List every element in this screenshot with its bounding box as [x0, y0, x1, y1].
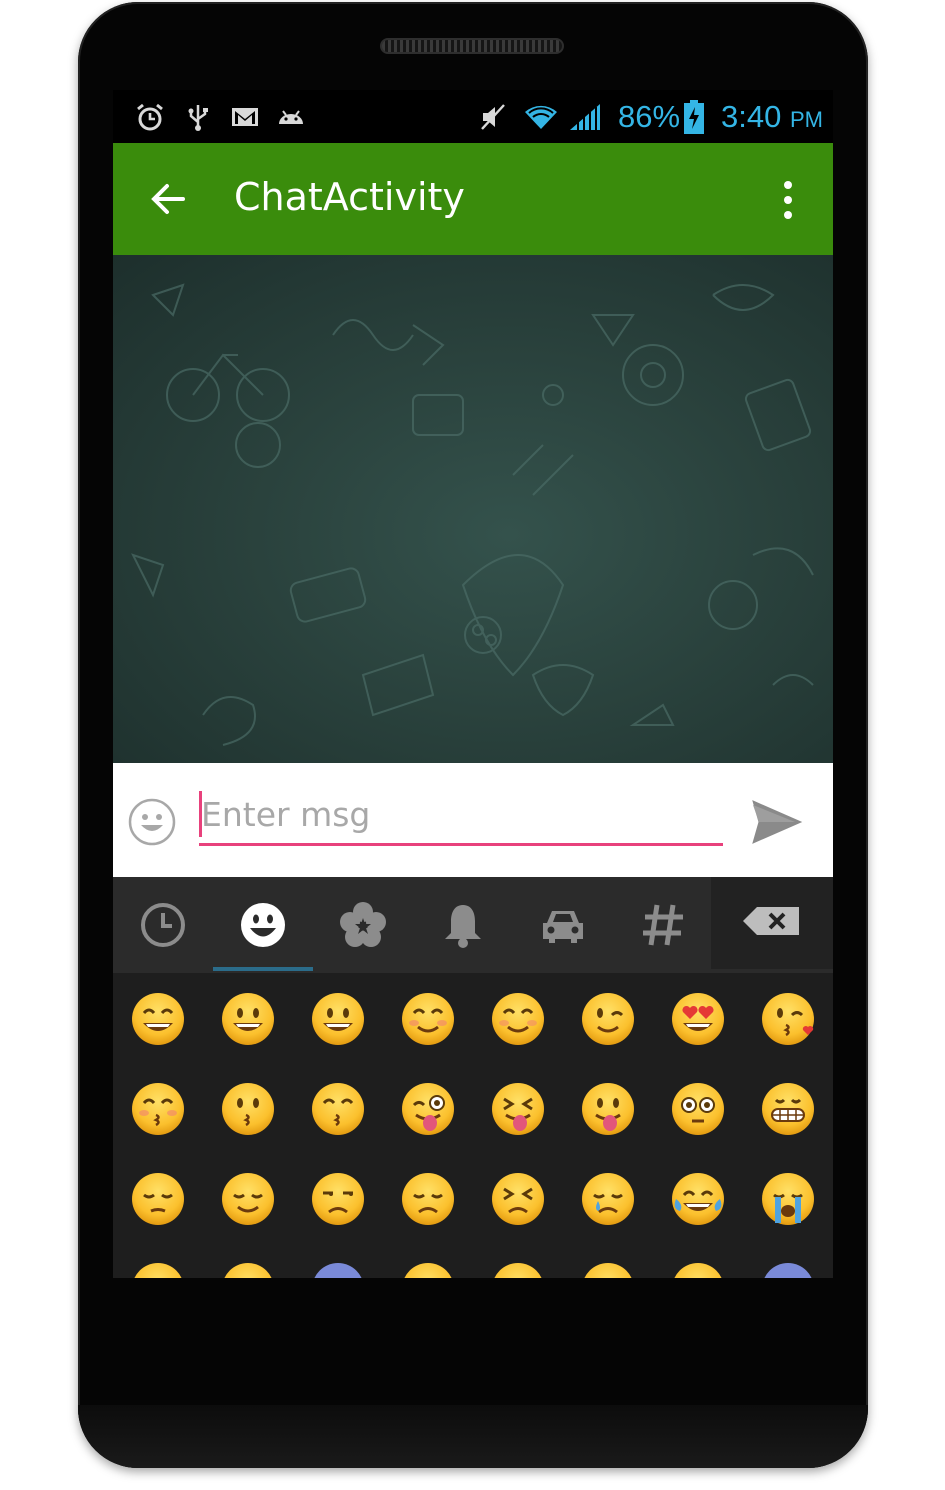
emoji-cold-sweat-icon[interactable]: [310, 1261, 366, 1278]
backspace-button[interactable]: [711, 877, 833, 969]
emoji-grin-icon[interactable]: [310, 991, 366, 1047]
emoji-tired-icon[interactable]: [670, 1261, 726, 1278]
emoji-keyboard: [113, 877, 833, 1278]
smiley-face-icon: [241, 903, 285, 947]
emoji-cry-icon[interactable]: [580, 1171, 636, 1227]
app-bar: ChatActivity: [113, 143, 833, 255]
emoji-kissing-icon[interactable]: [220, 1081, 276, 1137]
emoji-sweat-smile-icon[interactable]: [400, 1261, 456, 1278]
emoji-fearful-icon[interactable]: [760, 1261, 816, 1278]
send-icon[interactable]: [749, 797, 805, 847]
emoji-category-bar: [113, 877, 833, 973]
mute-icon: [481, 104, 505, 130]
doodle-wallpaper: [131, 283, 814, 746]
emoji-stuck-out-tongue-winking-eye-icon[interactable]: [400, 1081, 456, 1137]
status-bar: 86% 3:40 PM: [113, 90, 833, 143]
page-title: ChatActivity: [234, 175, 465, 219]
tab-symbols[interactable]: [613, 877, 713, 973]
emoji-kissing-smiling-eyes-icon[interactable]: [310, 1081, 366, 1137]
emoji-smiley-icon[interactable]: [220, 991, 276, 1047]
arrow-back-icon[interactable]: [143, 173, 195, 225]
alarm-icon: [137, 103, 163, 131]
flower-icon: [340, 902, 386, 947]
gmail-icon: [232, 108, 258, 126]
emoji-kissing-closed-eyes-icon[interactable]: [130, 1081, 186, 1137]
tab-recent[interactable]: [113, 877, 213, 973]
hashtag-icon: [643, 904, 683, 946]
emoji-heart-eyes-icon[interactable]: [670, 991, 726, 1047]
message-input[interactable]: [199, 789, 725, 839]
clock-ampm: PM: [789, 107, 823, 132]
emoji-persevere-icon[interactable]: [490, 1171, 546, 1227]
message-composer: [113, 763, 833, 877]
tab-objects[interactable]: [413, 877, 513, 973]
battery-charging-icon: [684, 100, 704, 134]
emoji-blush-icon[interactable]: [400, 991, 456, 1047]
emoji-wink-icon[interactable]: [580, 991, 636, 1047]
emoji-grimacing-icon[interactable]: [760, 1081, 816, 1137]
wifi-icon: [525, 105, 557, 129]
device-screen: 86% 3:40 PM ChatActivity: [113, 90, 833, 1278]
car-icon: [543, 911, 583, 943]
emoji-relieved-icon[interactable]: [220, 1171, 276, 1227]
emoji-flushed-icon[interactable]: [670, 1081, 726, 1137]
emoji-kissing-heart-icon[interactable]: [760, 991, 816, 1047]
emoji-joy-icon[interactable]: [670, 1171, 726, 1227]
clock-time: 3:40: [721, 99, 782, 134]
phone-chin: [78, 1405, 868, 1468]
battery-percent: 86%: [618, 99, 681, 134]
earpiece-speaker: [380, 38, 564, 54]
signal-icon: [570, 104, 600, 130]
clock-icon: [141, 903, 185, 947]
emoji-disappointed-icon[interactable]: [400, 1171, 456, 1227]
emoji-unamused-icon[interactable]: [310, 1171, 366, 1227]
emoji-weary-icon[interactable]: [580, 1261, 636, 1278]
smiley-icon[interactable]: [127, 797, 177, 847]
clock: 3:40 PM: [721, 99, 823, 135]
android-icon: [279, 110, 303, 124]
emoji-sweat-icon[interactable]: [490, 1261, 546, 1278]
emoji-sleepy-icon[interactable]: [130, 1261, 186, 1278]
usb-icon: [188, 105, 208, 131]
more-vert-icon[interactable]: [773, 177, 803, 223]
emoji-stuck-out-tongue-closed-eyes-icon[interactable]: [490, 1081, 546, 1137]
input-underline: [199, 843, 723, 846]
emoji-sob-icon[interactable]: [760, 1171, 816, 1227]
emoji-disappointed-relieved-icon[interactable]: [220, 1261, 276, 1278]
emoji-pensive-icon[interactable]: [130, 1171, 186, 1227]
tab-places[interactable]: [513, 877, 613, 973]
emoji-relaxed-icon[interactable]: [490, 991, 546, 1047]
emoji-grinning-icon[interactable]: [130, 991, 186, 1047]
emoji-stuck-out-tongue-icon[interactable]: [580, 1081, 636, 1137]
chat-messages-area[interactable]: [113, 255, 833, 763]
backspace-icon: [743, 907, 799, 935]
tab-nature[interactable]: [313, 877, 413, 973]
selected-tab-indicator: [213, 967, 313, 971]
bell-icon: [445, 905, 481, 948]
tab-people[interactable]: [213, 877, 313, 973]
